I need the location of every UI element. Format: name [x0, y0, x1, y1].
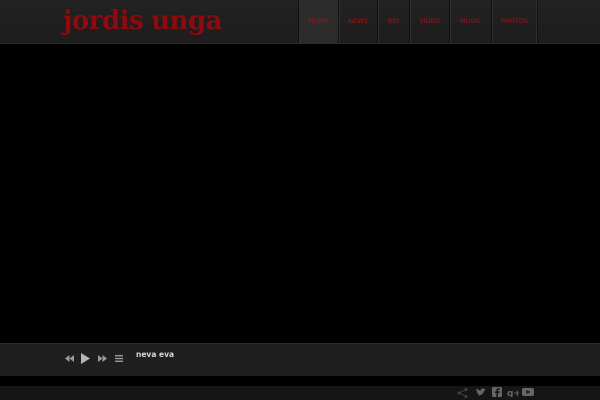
- play-icon[interactable]: [81, 353, 90, 364]
- nav-item-bio[interactable]: Bio: [377, 0, 409, 43]
- page: jordis unga Home News Bio Video Music Pho…: [0, 0, 600, 400]
- music-player: neva eva: [0, 343, 600, 376]
- nav-item-music[interactable]: Music: [449, 0, 491, 43]
- site-footer: g+: [0, 386, 600, 400]
- logo-word-first: jordis: [63, 6, 144, 36]
- site-logo[interactable]: jordis unga: [63, 5, 222, 37]
- track-title: neva eva: [136, 350, 175, 359]
- svg-text:g+: g+: [507, 389, 519, 397]
- nav-item-news[interactable]: News: [338, 0, 377, 43]
- previous-icon[interactable]: [65, 355, 74, 362]
- youtube-icon[interactable]: [522, 387, 534, 397]
- google-plus-icon[interactable]: g+: [507, 387, 519, 397]
- nav-item-video[interactable]: Video: [409, 0, 449, 43]
- nav-item-photos[interactable]: Photos: [491, 0, 538, 43]
- twitter-icon[interactable]: [476, 388, 486, 397]
- nav-item-home[interactable]: Home: [298, 0, 338, 43]
- logo-word-second: unga: [151, 6, 222, 36]
- share-icon[interactable]: [457, 388, 468, 398]
- main-nav: Home News Bio Video Music Photos: [298, 0, 538, 43]
- facebook-icon[interactable]: [492, 387, 502, 397]
- next-icon[interactable]: [98, 355, 107, 362]
- site-header: jordis unga Home News Bio Video Music Pho…: [0, 0, 600, 44]
- playlist-icon[interactable]: [115, 355, 123, 362]
